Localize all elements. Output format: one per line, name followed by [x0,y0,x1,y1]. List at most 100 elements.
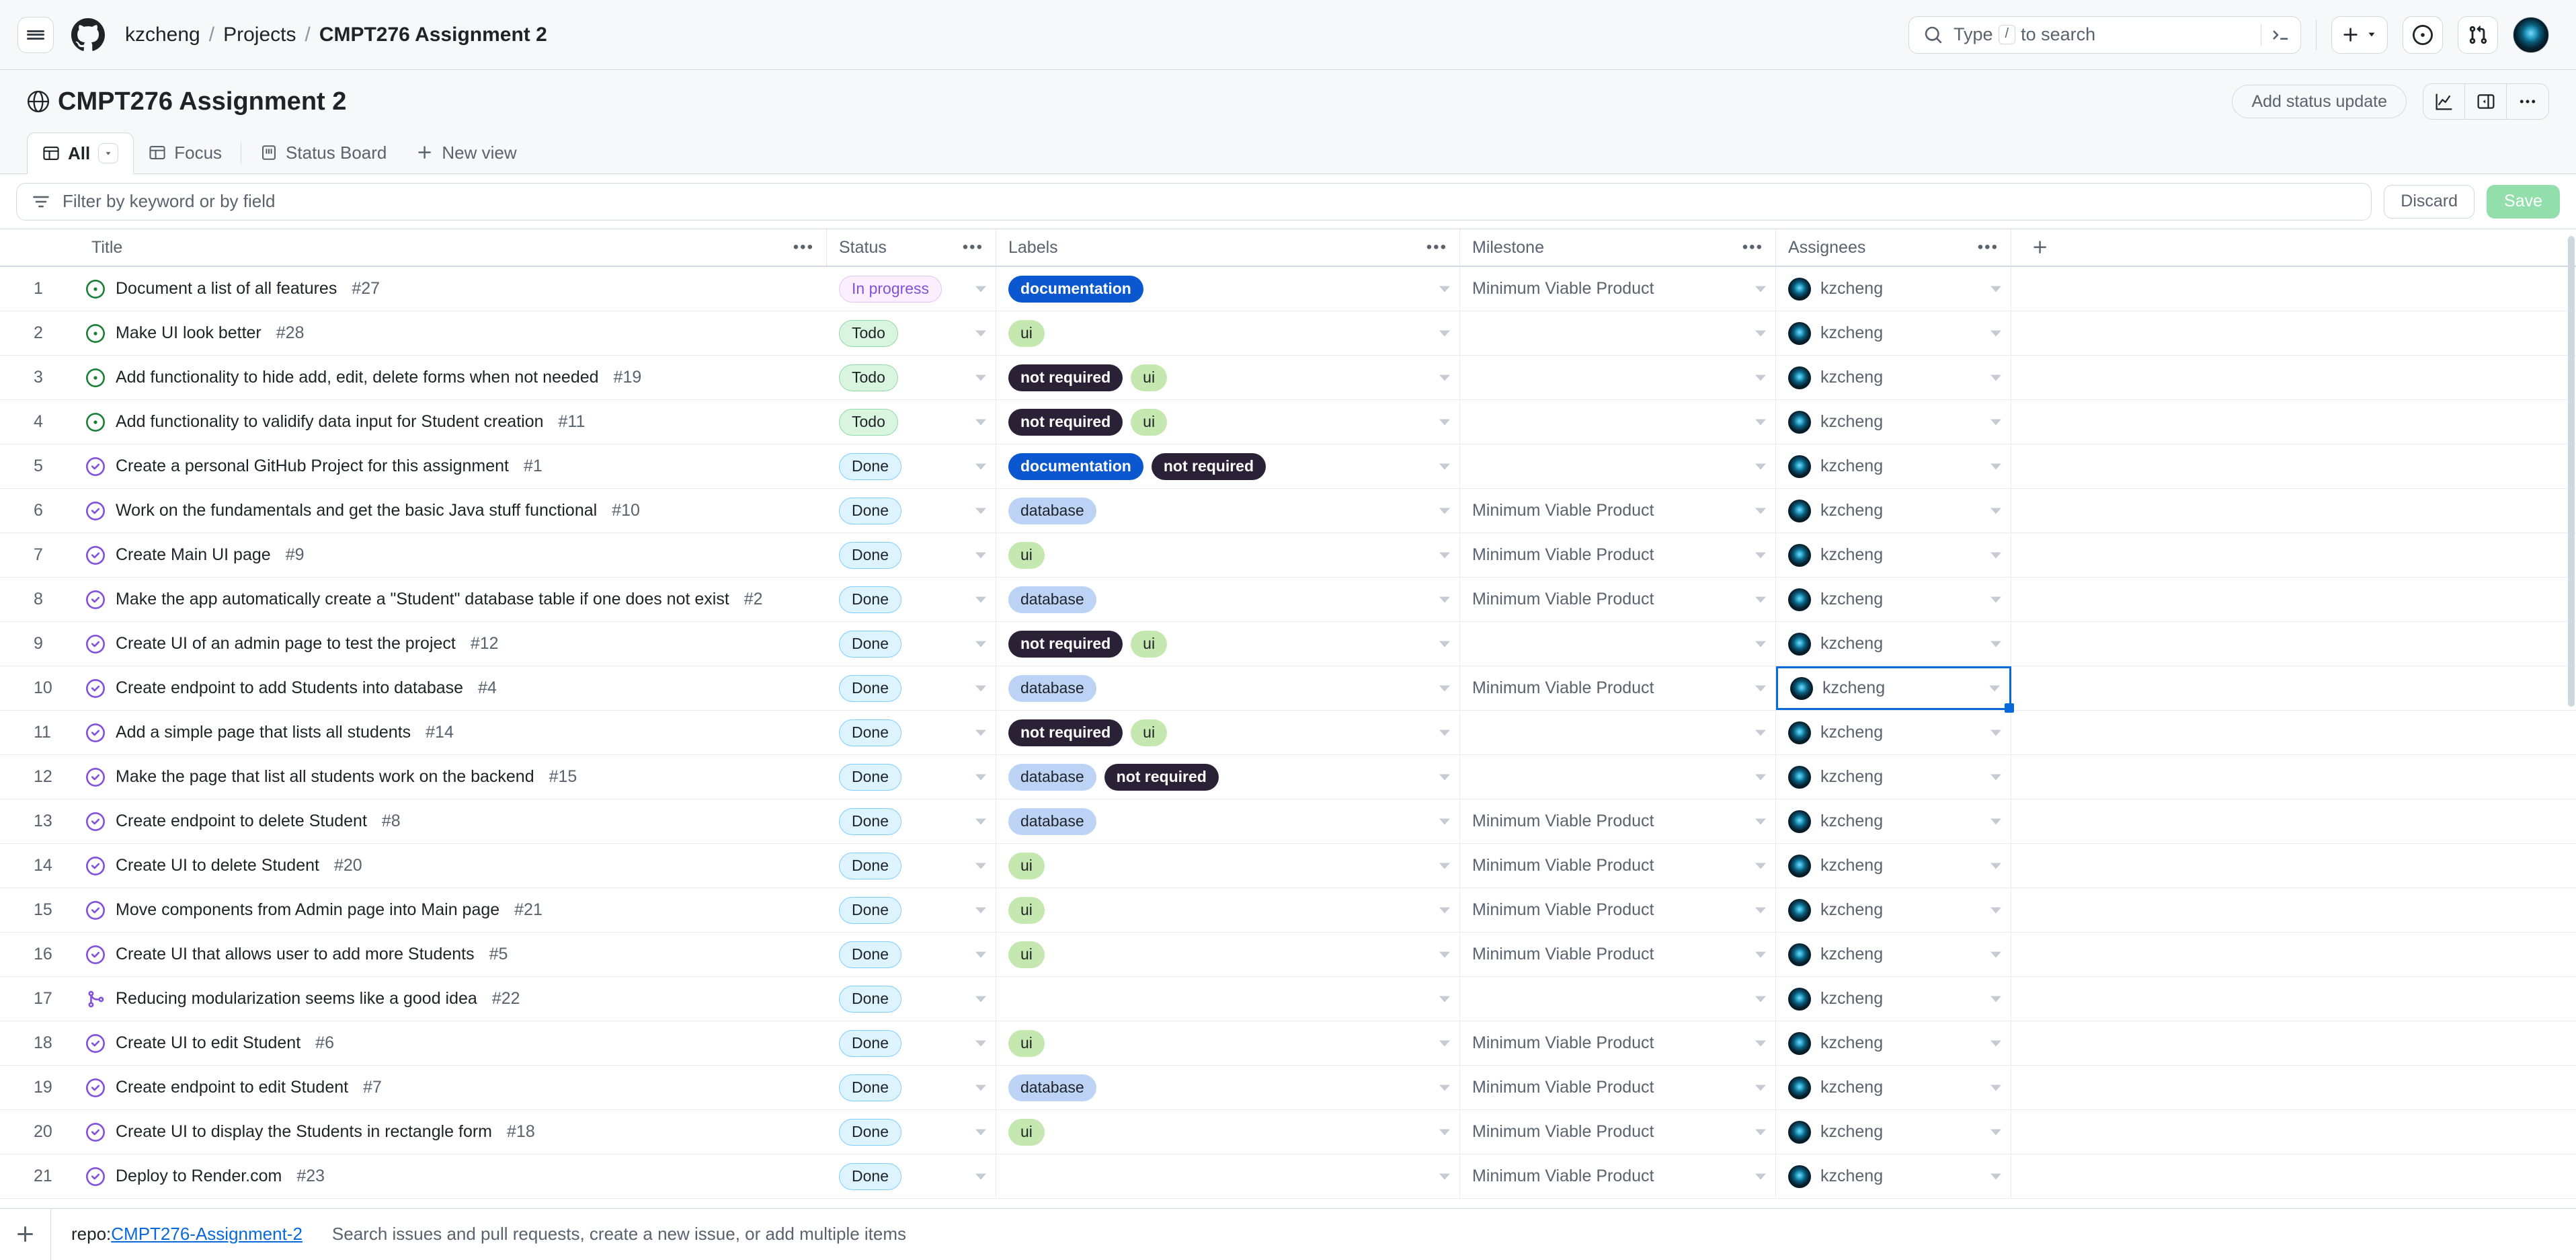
chevron-down-icon[interactable] [1755,641,1766,647]
cell-assignees[interactable]: kzcheng [1776,711,2011,754]
chevron-down-icon[interactable] [975,330,986,336]
chevron-down-icon[interactable] [1439,330,1450,336]
column-header-labels[interactable]: Labels ••• [996,229,1460,266]
cell-status[interactable]: Done [827,799,996,843]
cell-status[interactable]: Done [827,578,996,621]
label-badge[interactable]: database [1008,1074,1096,1101]
cell-assignees[interactable]: kzcheng [1776,489,2011,533]
cell-assignees[interactable]: kzcheng [1776,578,2011,621]
label-badge[interactable]: ui [1008,897,1045,924]
cell-title[interactable]: Create UI of an admin page to test the p… [79,622,827,666]
chevron-down-icon[interactable] [1755,907,1766,913]
chevron-down-icon[interactable] [1755,685,1766,691]
issue-title[interactable]: Move components from Admin page into Mai… [116,900,499,920]
chevron-down-icon[interactable] [1439,1173,1450,1179]
tab-status-board[interactable]: Status Board [245,132,401,173]
cell-milestone[interactable] [1460,977,1776,1021]
cell-labels[interactable]: not requiredui [996,356,1460,399]
chevron-down-icon[interactable] [975,596,986,602]
new-view-button[interactable]: New view [401,132,531,173]
cell-title[interactable]: Create endpoint to add Students into dat… [79,666,827,710]
column-header-title[interactable]: Title ••• [79,229,827,266]
filter-input[interactable]: Filter by keyword or by field [16,183,2372,221]
chevron-down-icon[interactable] [1439,1129,1450,1135]
avatar[interactable] [2513,17,2549,53]
label-badge[interactable]: ui [1008,542,1045,569]
chevron-down-icon[interactable] [1439,863,1450,869]
cell-assignees[interactable]: kzcheng [1776,622,2011,666]
chevron-down-icon[interactable] [975,286,986,292]
repo-filter-token[interactable]: repo:CMPT276-Assignment-2 [71,1224,303,1245]
label-badge[interactable]: not required [1152,453,1266,480]
cell-milestone[interactable] [1460,400,1776,444]
label-badge[interactable]: database [1008,808,1096,835]
cell-title[interactable]: Create Main UI page #9 [79,533,827,577]
repo-name[interactable]: CMPT276-Assignment-2 [111,1224,303,1244]
label-badge[interactable]: ui [1131,719,1167,746]
chevron-down-icon[interactable] [1990,1040,2001,1046]
label-badge[interactable]: ui [1008,941,1045,968]
issue-title[interactable]: Create UI to delete Student [116,856,319,875]
cell-milestone[interactable]: Minimum Viable Product [1460,533,1776,577]
graph-icon[interactable] [2423,84,2465,119]
breadcrumb-owner[interactable]: kzcheng [125,24,200,46]
chevron-down-icon[interactable] [1755,1085,1766,1091]
cell-labels[interactable]: ui [996,888,1460,932]
chevron-down-icon[interactable] [1990,596,2001,602]
cell-labels[interactable]: ui [996,933,1460,976]
cell-labels[interactable] [996,1154,1460,1198]
issue-title[interactable]: Create UI of an admin page to test the p… [116,634,456,654]
chevron-down-icon[interactable] [975,951,986,957]
cell-milestone[interactable] [1460,444,1776,488]
chevron-down-icon[interactable] [1755,596,1766,602]
cell-labels[interactable]: ui [996,533,1460,577]
cell-status[interactable]: Done [827,844,996,888]
cell-labels[interactable]: database [996,799,1460,843]
cell-status[interactable]: Done [827,666,996,710]
label-badge[interactable]: ui [1008,320,1045,347]
cell-title[interactable]: Deploy to Render.com #23 [79,1154,827,1198]
chevron-down-icon[interactable] [975,907,986,913]
cell-labels[interactable]: database [996,666,1460,710]
label-badge[interactable]: not required [1008,719,1123,746]
cell-milestone[interactable]: Minimum Viable Product [1460,844,1776,888]
breadcrumb-projects[interactable]: Projects [223,24,296,46]
table-row[interactable]: 12 Make the page that list all students … [0,755,2576,799]
cell-milestone[interactable] [1460,311,1776,355]
issue-title[interactable]: Work on the fundamentals and get the bas… [116,501,597,520]
cell-milestone[interactable]: Minimum Viable Product [1460,933,1776,976]
chevron-down-icon[interactable] [1439,1085,1450,1091]
add-column-button[interactable] [2011,229,2576,266]
chevron-down-icon[interactable] [1755,463,1766,469]
issue-title[interactable]: Add a simple page that lists all student… [116,723,411,742]
chevron-down-icon[interactable] [1989,685,2000,691]
cell-assignees[interactable]: kzcheng [1776,444,2011,488]
table-row[interactable]: 7 Create Main UI page #9 Done ui Minimum… [0,533,2576,578]
label-badge[interactable]: documentation [1008,453,1143,480]
cell-title[interactable]: Create UI to edit Student #6 [79,1021,827,1065]
cell-title[interactable]: Create UI to delete Student #20 [79,844,827,888]
cell-title[interactable]: Make UI look better #28 [79,311,827,355]
label-badge[interactable]: ui [1131,364,1167,391]
cell-milestone[interactable]: Minimum Viable Product [1460,1066,1776,1109]
tab-all[interactable]: All [27,132,134,174]
chevron-down-icon[interactable] [975,996,986,1002]
issue-title[interactable]: Create UI that allows user to add more S… [116,945,475,964]
cell-labels[interactable]: not requiredui [996,400,1460,444]
issue-title[interactable]: Deploy to Render.com [116,1167,282,1186]
issue-title[interactable]: Make the page that list all students wor… [116,767,534,787]
column-menu-status[interactable]: ••• [963,238,983,257]
cell-labels[interactable]: database [996,489,1460,533]
cell-status[interactable]: Done [827,1110,996,1154]
cell-title[interactable]: Work on the fundamentals and get the bas… [79,489,827,533]
pull-requests-button[interactable] [2458,16,2498,54]
chevron-down-icon[interactable] [1990,863,2001,869]
cell-labels[interactable] [996,977,1460,1021]
cell-labels[interactable]: ui [996,844,1460,888]
fill-handle[interactable] [2005,703,2014,713]
cell-assignees[interactable]: kzcheng [1776,755,2011,799]
cell-title[interactable]: Add a simple page that lists all student… [79,711,827,754]
chevron-down-icon[interactable] [1439,508,1450,514]
column-header-milestone[interactable]: Milestone ••• [1460,229,1776,266]
chevron-down-icon[interactable] [1755,730,1766,736]
